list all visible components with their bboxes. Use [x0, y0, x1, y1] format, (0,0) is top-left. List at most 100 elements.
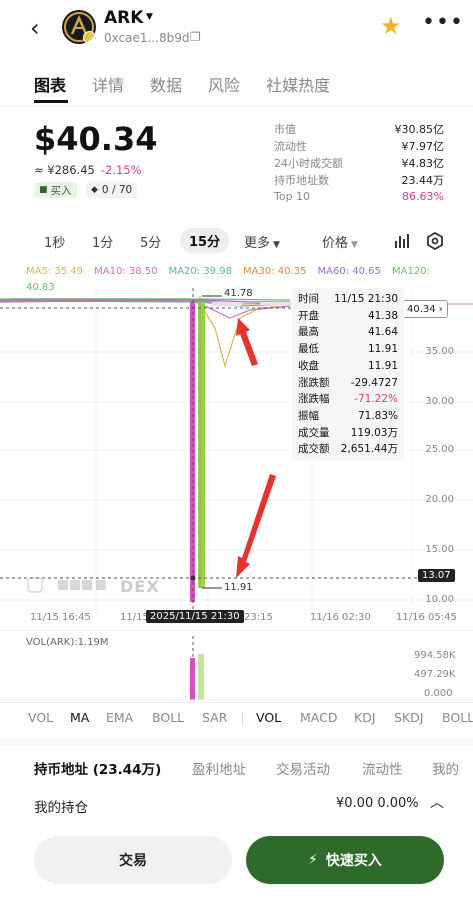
tab-data[interactable]: 数据	[150, 72, 182, 96]
main-tabs: 图表 详情 数据 风险 社媒热度	[34, 72, 356, 96]
tabs-divider	[0, 106, 473, 107]
tooltip-row: 振幅 71.83%	[298, 409, 398, 422]
tab-details[interactable]: 详情	[92, 72, 124, 96]
ma10-value: MA10: 38.50	[94, 266, 158, 277]
price-mode-dropdown-icon: ▼	[351, 240, 358, 250]
volume-bar-green	[198, 654, 204, 700]
dex-watermark	[27, 577, 106, 593]
volume-axis-max: 994.58K	[414, 650, 456, 661]
price-cny: ≈ ¥286.45	[34, 163, 95, 177]
cursor-time-tag: 2025/11/15 21:30	[146, 610, 244, 623]
top-bar: ‹ ARK ▼ 0xcae1...8b9d ❐ ★ •••	[0, 0, 473, 56]
price-value: $40.34	[34, 120, 158, 158]
high-price-label: 41.78	[224, 288, 253, 299]
indicator-boll-sub[interactable]: BOLL	[442, 710, 473, 725]
tooltip-row: 成交量 119.03万	[298, 426, 398, 439]
tab-trade-activity[interactable]: 交易活动	[276, 758, 330, 778]
indicator-divider	[0, 702, 473, 703]
tab-social[interactable]: 社媒热度	[266, 72, 330, 96]
holdings-value: ¥0.00 0.00%	[336, 796, 419, 811]
indicator-skdj[interactable]: SKDJ	[394, 710, 423, 725]
moving-averages	[0, 298, 291, 369]
annotation-arrows	[236, 318, 276, 578]
volume-divider	[0, 630, 473, 631]
indicator-ema[interactable]: EMA	[106, 710, 133, 725]
price-change: -2.15%	[100, 163, 142, 177]
volume-bar-pink	[190, 658, 195, 700]
token-avatar	[62, 10, 96, 44]
security-badge[interactable]: ◆ 0 / 70	[86, 182, 138, 198]
tab-risk[interactable]: 风险	[208, 72, 240, 96]
tooltip-row: 收盘 11.91	[298, 359, 398, 372]
indicator-kdj[interactable]: KDJ	[354, 710, 376, 725]
security-score: 0 / 70	[101, 184, 133, 196]
chart-settings-icon[interactable]	[426, 232, 444, 250]
ma30-value: MA30: 40.35	[243, 266, 307, 277]
indicator-ma[interactable]: MA	[70, 710, 89, 725]
volume-axis-mid: 497.29K	[414, 669, 456, 680]
tooltip-row: 最低 11.91	[298, 343, 398, 356]
lightning-icon: ⚡	[308, 852, 318, 868]
arrow-up-annotation	[236, 318, 258, 366]
low-price-label: 11.91	[224, 582, 253, 593]
tab-chart[interactable]: 图表	[34, 72, 66, 96]
copy-icon[interactable]: ❐	[190, 30, 201, 44]
buy-badge[interactable]: ■ 买入	[34, 182, 77, 198]
timeframe-bar: 1秒 1分 5分 15分 更多 ▼ 价格 ▼	[0, 226, 473, 256]
timeframe-15m[interactable]: 15分	[180, 228, 230, 253]
price-mode-select[interactable]: 价格 ▼	[322, 232, 358, 251]
trade-button[interactable]: 交易	[34, 836, 232, 884]
tooltip-row: 涨跌幅 -71.22%	[298, 393, 398, 406]
indicator-settings-icon[interactable]	[394, 232, 412, 250]
tooltip-row: 涨跌额 -29.4727	[298, 376, 398, 389]
stat-row: Top 10 86.63%	[274, 190, 444, 203]
stat-row: 流动性 ¥7.97亿	[274, 139, 444, 153]
holdings-row[interactable]: 我的持仓 ¥0.00 0.00% ︿	[0, 790, 473, 820]
timeframe-more[interactable]: 更多 ▼	[244, 232, 280, 251]
stat-row: 24小时成交额 ¥4.83亿	[274, 156, 444, 170]
ma20-value: MA20: 39.98	[168, 266, 232, 277]
favorite-star-icon[interactable]: ★	[380, 12, 402, 40]
token-dropdown-icon[interactable]: ▼	[146, 12, 153, 22]
buy-badge-icon: ■	[39, 185, 48, 195]
ma5-value: MA5: 35.49	[26, 266, 84, 277]
more-dropdown-icon: ▼	[273, 240, 280, 250]
indicator-separator	[242, 712, 243, 726]
tab-liquidity[interactable]: 流动性	[362, 758, 403, 778]
token-name: ARK	[104, 8, 144, 28]
crash-candle-green	[198, 302, 205, 588]
timeframe-1s[interactable]: 1秒	[44, 232, 65, 251]
tab-holders[interactable]: 持币地址 (23.44万)	[34, 758, 161, 778]
quick-buy-button[interactable]: ⚡ 快速买入	[246, 836, 444, 884]
indicator-vol[interactable]: VOL	[28, 710, 53, 725]
indicator-macd[interactable]: MACD	[300, 710, 337, 725]
chevron-up-icon[interactable]: ︿	[430, 792, 444, 812]
indicator-boll[interactable]: BOLL	[152, 710, 184, 725]
section-gap	[0, 738, 473, 746]
ma5-line	[0, 299, 291, 369]
security-icon: ◆	[91, 185, 98, 195]
crosshair-dot	[190, 575, 196, 581]
tab-profit-addresses[interactable]: 盈利地址	[192, 758, 246, 778]
current-price-tag[interactable]: 40.34 ›	[402, 300, 448, 318]
stat-row: 持币地址数 23.44万	[274, 173, 444, 187]
buy-badge-label: 买入	[50, 184, 72, 197]
indicator-bar: VOL MA EMA BOLL SAR VOL MACD KDJ SKDJ BO…	[0, 710, 473, 728]
volume-axis-min: 0.000	[424, 688, 453, 699]
ma120-label: MA120:	[391, 266, 430, 277]
timeframe-1m[interactable]: 1分	[92, 232, 113, 251]
indicator-sar[interactable]: SAR	[202, 710, 227, 725]
tab-mine[interactable]: 我的	[432, 758, 459, 778]
active-tab-underline	[34, 100, 68, 103]
token-address: 0xcae1...8b9d	[104, 31, 190, 45]
volume-chart	[0, 636, 473, 702]
price-sub: ≈ ¥286.45 -2.15%	[34, 163, 142, 177]
indicator-vol-sub[interactable]: VOL	[256, 710, 281, 725]
more-icon[interactable]: •••	[422, 10, 464, 35]
ma60-value: MA60: 40.65	[317, 266, 381, 277]
watermark-text: DEX	[120, 577, 160, 596]
holder-tabs: 持币地址 (23.44万) 盈利地址 交易活动 流动性 我的	[0, 758, 473, 780]
back-icon[interactable]: ‹	[30, 14, 40, 42]
tooltip-row: 开盘 41.38	[298, 309, 398, 322]
timeframe-5m[interactable]: 5分	[140, 232, 161, 251]
